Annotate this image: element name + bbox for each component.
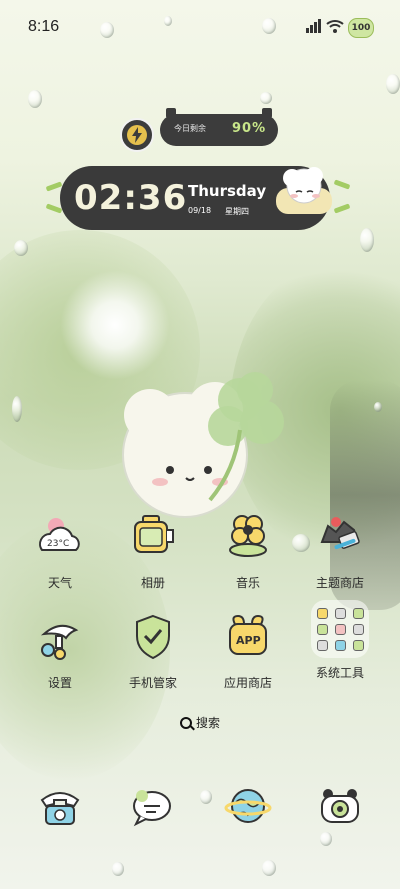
- battery-widget-percent: 90%: [232, 121, 267, 136]
- battery-widget[interactable]: 今日剩余 90%: [160, 108, 278, 146]
- weather-cloud-icon: 23°C: [39, 518, 80, 551]
- wifi-icon: [326, 20, 344, 33]
- clock-time: 02:36: [74, 178, 188, 218]
- lightning-bolt-icon: [120, 118, 154, 152]
- app-settings[interactable]: 设置: [20, 612, 100, 691]
- water-drop: [100, 22, 114, 38]
- water-drop: [112, 862, 124, 876]
- status-time: 8:16: [28, 18, 60, 35]
- app-label: 相册: [140, 576, 165, 590]
- phone-manager-icon: [136, 614, 170, 660]
- water-drop: [320, 832, 332, 846]
- app-phone-manager[interactable]: 手机管家: [113, 612, 193, 691]
- cellular-signal-icon: [306, 19, 321, 33]
- clock-weekday: 星期四: [225, 207, 249, 216]
- app-label: 手机管家: [128, 676, 177, 690]
- app-photos[interactable]: 相册: [113, 512, 193, 591]
- water-drop: [292, 534, 310, 552]
- system-tools-folder-icon: [311, 600, 369, 658]
- camera-icon[interactable]: [316, 782, 364, 830]
- photo-album-icon: [134, 515, 174, 553]
- water-drop: [374, 402, 382, 412]
- battery-indicator: 100: [348, 18, 374, 38]
- phone-icon[interactable]: [36, 782, 84, 830]
- app-system-tools-folder[interactable]: 系统工具: [300, 600, 380, 681]
- app-label: 音乐: [235, 576, 260, 590]
- app-app-store[interactable]: APP 应用商店: [208, 612, 288, 691]
- battery-widget-label: 今日剩余: [174, 124, 206, 133]
- app-label: 设置: [47, 676, 72, 690]
- settings-icon: [40, 624, 79, 660]
- app-weather[interactable]: 23°C 天气: [20, 512, 100, 591]
- water-drop: [360, 228, 374, 252]
- water-drop: [28, 90, 42, 108]
- app-label: 天气: [47, 576, 72, 590]
- water-drop: [386, 74, 400, 94]
- clock-widget[interactable]: 02:36 Thursday 09/18 星期四: [60, 166, 332, 230]
- svg-text:APP: APP: [236, 634, 261, 647]
- svg-text:23°C: 23°C: [47, 539, 69, 549]
- app-theme-store[interactable]: 主题商店: [300, 512, 380, 591]
- app-label: 主题商店: [315, 576, 364, 590]
- water-drop: [164, 16, 172, 26]
- theme-store-icon: [320, 517, 360, 550]
- status-bar: 8:16 100: [0, 0, 400, 56]
- clock-date: 09/18: [188, 206, 212, 215]
- app-label: 应用商店: [223, 676, 272, 690]
- water-drop: [262, 18, 276, 34]
- messages-icon[interactable]: [128, 782, 176, 830]
- app-music[interactable]: 音乐: [208, 512, 288, 591]
- app-label: 系统工具: [315, 666, 364, 680]
- water-drop: [262, 860, 276, 876]
- water-drop: [14, 240, 28, 256]
- browser-globe-icon[interactable]: [224, 782, 272, 830]
- app-store-icon: APP: [229, 614, 267, 655]
- search-icon: [180, 717, 192, 729]
- water-drop: [12, 396, 22, 422]
- search-label: 搜索: [196, 716, 221, 730]
- sheep-clover-illustration: [122, 372, 284, 518]
- water-drop: [200, 790, 212, 804]
- sheep-avatar-icon: [276, 167, 332, 214]
- search-button[interactable]: 搜索: [160, 712, 240, 734]
- music-flower-icon: [229, 515, 267, 557]
- clock-day: Thursday: [188, 182, 267, 200]
- water-drop: [260, 92, 272, 104]
